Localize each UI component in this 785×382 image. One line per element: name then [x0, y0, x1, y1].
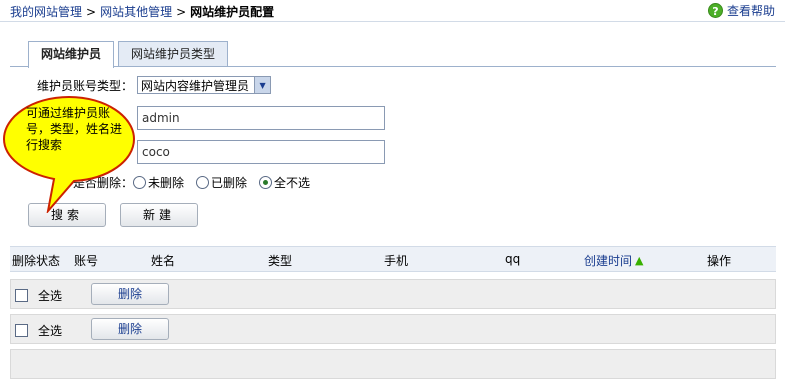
delete-button[interactable]: 删除	[91, 283, 169, 305]
help-label: 查看帮助	[726, 4, 775, 18]
radio-circle[interactable]	[196, 176, 210, 189]
name-input[interactable]: coco	[137, 140, 385, 164]
breadcrumb-item-other-management[interactable]: 网站其他管理	[100, 5, 172, 19]
table-row: 全选 删除	[10, 279, 776, 309]
deleted-status-radio-group: 未删除 已删除 全不选	[133, 174, 322, 191]
radio-label: 全不选	[274, 176, 311, 190]
column-delete-status: 删除状态	[12, 254, 61, 268]
delete-button[interactable]: 删除	[91, 318, 169, 340]
header-divider	[0, 21, 785, 22]
tab-bar: 网站维护员 网站维护员类型	[28, 41, 232, 68]
select-all-checkbox[interactable]	[15, 289, 28, 302]
account-type-select[interactable]: 网站内容维护管理员 ▼	[137, 76, 272, 94]
radio-circle[interactable]	[259, 176, 273, 189]
question-icon: ?	[707, 3, 723, 18]
breadcrumb-separator: >	[176, 5, 187, 19]
account-type-value: 网站内容维护管理员	[141, 78, 250, 93]
name-row: coco	[137, 140, 385, 164]
column-mobile: 手机	[384, 254, 409, 268]
search-hint-bubble: 可通过维护员账号，类型，姓名进行搜索	[2, 93, 136, 215]
radio-label: 已删除	[211, 176, 248, 190]
column-type: 类型	[268, 254, 293, 268]
breadcrumb-separator: >	[86, 5, 97, 19]
account-type-label: 维护员账号类型：	[37, 78, 134, 93]
breadcrumb-item-site-management[interactable]: 我的网站管理	[10, 5, 82, 19]
account-row: admin	[137, 106, 385, 130]
search-hint-text: 可通过维护员账号，类型，姓名进行搜索	[26, 106, 123, 152]
select-all-label: 全选	[38, 289, 63, 303]
tab-divider	[10, 66, 776, 67]
column-created-time-label: 创建时间	[584, 254, 633, 268]
arrow-up-icon[interactable]: ▲	[635, 254, 643, 267]
column-qq: qq	[505, 252, 521, 266]
radio-none-selected[interactable]: 全不选	[259, 174, 310, 191]
help-link[interactable]: ? 查看帮助	[707, 2, 775, 19]
table-row: 全选 删除	[10, 314, 776, 344]
radio-not-deleted[interactable]: 未删除	[133, 174, 184, 191]
breadcrumb-current: 网站维护员配置	[190, 5, 275, 19]
column-created-time[interactable]: 创建时间 ▲	[584, 252, 643, 269]
select-all-label: 全选	[38, 324, 63, 338]
radio-deleted[interactable]: 已删除	[196, 174, 247, 191]
radio-label: 未删除	[148, 176, 185, 190]
table-header: 删除状态 账号 姓名 类型 手机 qq 创建时间 ▲ 操作	[10, 246, 776, 272]
tab-maintainers[interactable]: 网站维护员	[28, 41, 115, 68]
select-all-checkbox[interactable]	[15, 324, 28, 337]
account-type-row: 维护员账号类型： 网站内容维护管理员 ▼	[37, 76, 272, 94]
breadcrumb: 我的网站管理 > 网站其他管理 > 网站维护员配置	[10, 3, 274, 20]
chevron-down-icon[interactable]: ▼	[254, 77, 271, 93]
column-actions: 操作	[707, 254, 732, 268]
account-input[interactable]: admin	[137, 106, 385, 130]
tab-maintainer-types[interactable]: 网站维护员类型	[118, 41, 229, 67]
column-name: 姓名	[151, 254, 176, 268]
table-footer-row	[10, 349, 776, 379]
column-account: 账号	[74, 254, 99, 268]
